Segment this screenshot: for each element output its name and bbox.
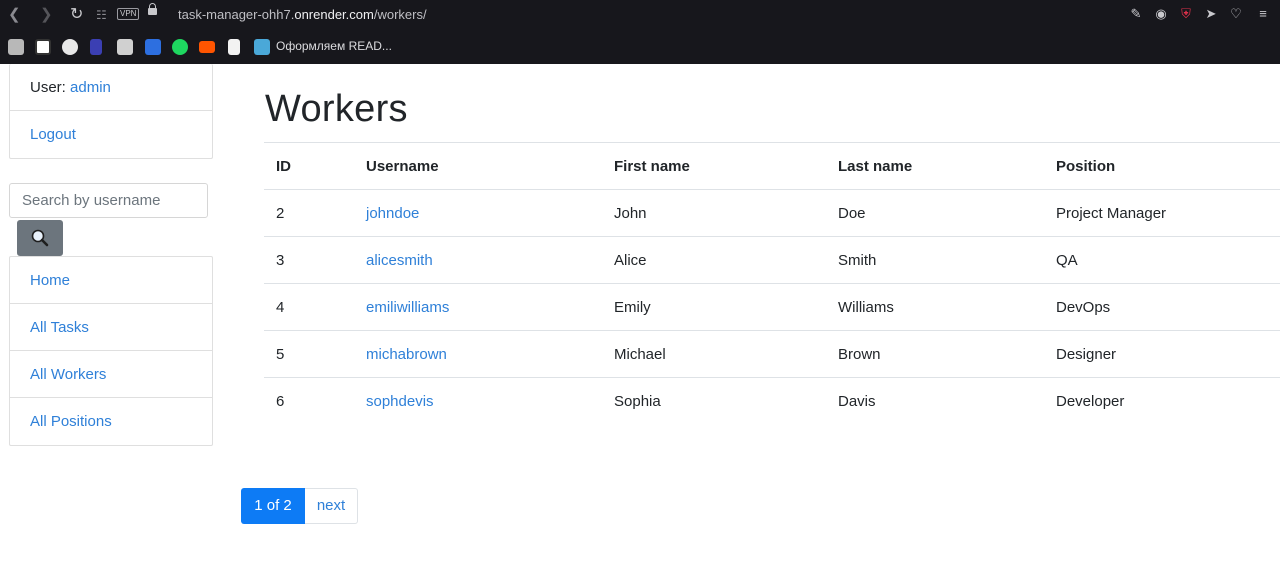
column-header-id: ID bbox=[264, 142, 354, 190]
cell-position: QA bbox=[1044, 236, 1280, 284]
github-icon[interactable] bbox=[62, 39, 78, 55]
lock-icon[interactable] bbox=[148, 3, 157, 15]
document-icon[interactable] bbox=[228, 39, 240, 55]
bookmarks-bar: Оформляем READ... bbox=[0, 34, 1280, 60]
page-current[interactable]: 1 of 2 bbox=[241, 488, 305, 524]
forward-icon[interactable]: ❯ bbox=[40, 7, 53, 23]
vpn-badge[interactable]: VPN bbox=[117, 8, 140, 20]
username-link[interactable]: alicesmith bbox=[366, 252, 433, 269]
column-header-username: Username bbox=[354, 142, 602, 190]
cell-id: 2 bbox=[264, 189, 354, 237]
bookmark-icon[interactable] bbox=[90, 39, 102, 55]
cell-last-name: Doe bbox=[826, 189, 1044, 237]
cell-first-name: Emily bbox=[602, 283, 826, 331]
reload-icon[interactable]: ↻ bbox=[70, 7, 83, 23]
spotify-icon[interactable] bbox=[172, 39, 188, 55]
send-icon[interactable]: ➤ bbox=[1204, 7, 1218, 21]
username-link[interactable]: emiliwilliams bbox=[366, 299, 449, 316]
workers-table: ID Username First name Last name Positio… bbox=[264, 142, 1280, 425]
next-page-link[interactable]: next bbox=[305, 488, 358, 524]
column-header-position: Position bbox=[1044, 142, 1280, 190]
cell-first-name: Sophia bbox=[614, 392, 661, 410]
url-path: /workers/ bbox=[373, 7, 427, 22]
cell-id: 6 bbox=[276, 392, 285, 410]
logout-link[interactable]: Logout bbox=[10, 111, 212, 158]
search-input[interactable] bbox=[9, 183, 208, 218]
user-panel: User: admin Logout bbox=[9, 64, 213, 159]
cell-first-name: John bbox=[602, 189, 826, 237]
user-info: User: admin bbox=[10, 64, 212, 111]
share-icon[interactable] bbox=[145, 39, 161, 55]
camera-icon[interactable]: ◉ bbox=[1154, 7, 1168, 21]
back-icon[interactable]: ❮ bbox=[8, 7, 21, 23]
table-row: 3 alicesmith Alice Smith QA bbox=[264, 236, 1280, 284]
table-header-row: ID Username First name Last name Positio… bbox=[264, 142, 1280, 190]
page-title: Workers bbox=[265, 88, 408, 130]
cell-position: Developer bbox=[1056, 392, 1125, 410]
search-icon bbox=[31, 229, 49, 247]
column-header-first-name: First name bbox=[602, 142, 826, 190]
username-link[interactable]: johndoe bbox=[366, 205, 419, 222]
cell-position: DevOps bbox=[1044, 283, 1280, 331]
menu-icon[interactable]: ≡ bbox=[1256, 7, 1270, 21]
cell-id: 3 bbox=[264, 236, 354, 284]
sidebar-nav: Home All Tasks All Workers All Positions bbox=[9, 256, 213, 446]
cell-last-name: Brown bbox=[826, 330, 1044, 378]
cell-position: Project Manager bbox=[1044, 189, 1280, 237]
user-name-link[interactable]: admin bbox=[70, 79, 111, 96]
url-text[interactable]: task-manager-ohh7.onrender.com/workers/ bbox=[178, 7, 427, 22]
sidebar-item-home[interactable]: Home bbox=[10, 257, 212, 304]
bookmark-icon[interactable] bbox=[8, 39, 24, 55]
table-row: 4 emiliwilliams Emily Williams DevOps bbox=[264, 283, 1280, 331]
bookmark-label[interactable]: Оформляем READ... bbox=[276, 39, 392, 53]
pagination: 1 of 2 next bbox=[241, 488, 358, 524]
user-label: User: bbox=[30, 79, 66, 96]
username-link[interactable]: michabrown bbox=[366, 346, 447, 363]
username-link[interactable]: sophdevis bbox=[366, 393, 434, 410]
heart-icon[interactable]: ♡ bbox=[1229, 7, 1243, 21]
table-row: 6 sophdevis Sophia Davis Developer bbox=[264, 378, 1280, 425]
sidebar-item-all-positions[interactable]: All Positions bbox=[10, 398, 212, 445]
cell-id: 4 bbox=[264, 283, 354, 331]
edit-icon[interactable]: ✎ bbox=[1129, 7, 1143, 21]
grid-icon[interactable]: ☷ bbox=[96, 7, 107, 23]
sidebar-item-all-workers[interactable]: All Workers bbox=[10, 351, 212, 398]
bookmark-icon[interactable] bbox=[117, 39, 133, 55]
cell-last-name: Davis bbox=[838, 392, 876, 410]
cell-last-name: Williams bbox=[826, 283, 1044, 331]
column-header-last-name: Last name bbox=[826, 142, 1044, 190]
url-prefix: task-manager-ohh7. bbox=[178, 7, 295, 22]
cell-last-name: Smith bbox=[826, 236, 1044, 284]
bookmark-icon[interactable] bbox=[254, 39, 270, 55]
soundcloud-icon[interactable] bbox=[199, 41, 215, 53]
notion-icon[interactable] bbox=[35, 39, 51, 55]
table-row: 5 michabrown Michael Brown Designer bbox=[264, 330, 1280, 378]
shield-icon[interactable]: ⛨ bbox=[1179, 7, 1193, 21]
url-domain: onrender.com bbox=[294, 7, 374, 22]
table-row: 2 johndoe John Doe Project Manager bbox=[264, 189, 1280, 237]
cell-position: Designer bbox=[1044, 330, 1280, 378]
cell-first-name: Alice bbox=[602, 236, 826, 284]
search-button[interactable] bbox=[17, 220, 63, 256]
address-bar: ❮ ❯ ↻ ☷ VPN task-manager-ohh7.onrender.c… bbox=[0, 0, 1280, 30]
browser-chrome: ❮ ❯ ↻ ☷ VPN task-manager-ohh7.onrender.c… bbox=[0, 0, 1280, 64]
cell-id: 5 bbox=[264, 330, 354, 378]
cell-first-name: Michael bbox=[602, 330, 826, 378]
sidebar-item-all-tasks[interactable]: All Tasks bbox=[10, 304, 212, 351]
